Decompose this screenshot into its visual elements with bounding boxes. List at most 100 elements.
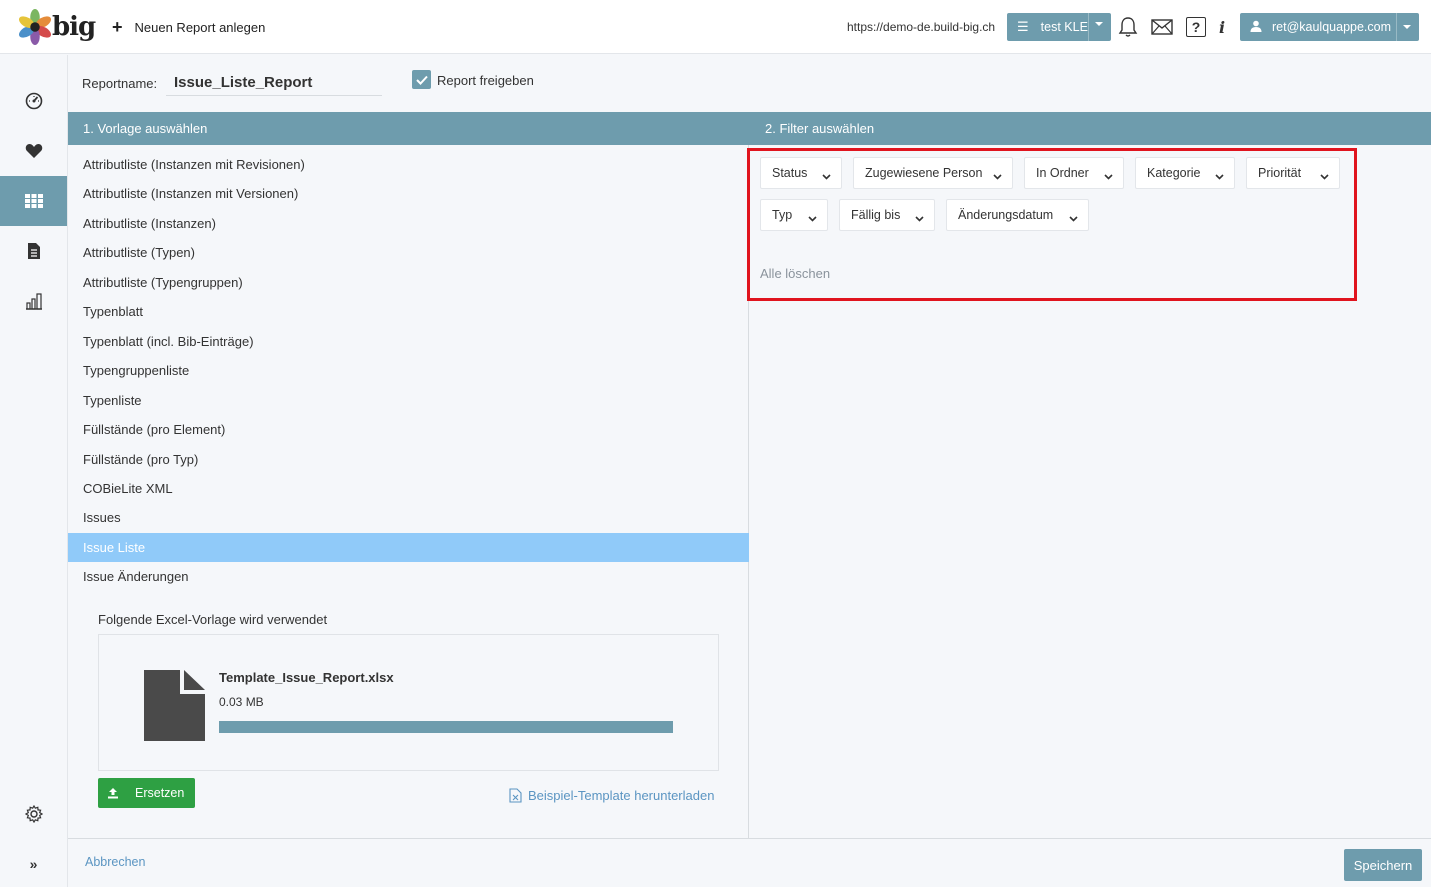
user-menu-button[interactable]: ret@kaulquappe.com [1240,13,1419,41]
chevron-down-icon [822,169,831,183]
upload-icon [107,787,119,799]
sidebar-item-documents[interactable] [0,226,67,276]
template-list-item[interactable]: Typenblatt (incl. Bib-Einträge) [68,327,749,356]
sidebar: » [0,55,68,887]
sidebar-item-settings[interactable] [0,789,67,839]
filter-highlight-box: Status Zugewiesene Person In Ordner Kategor… [747,148,1357,301]
chevron-down-icon [915,211,924,225]
template-list-item[interactable]: COBieLite XML [68,474,749,503]
help-icon: ? [1186,17,1206,37]
filter-dropdown[interactable]: Status [760,157,842,189]
building-chart-icon [25,293,42,310]
flower-logo-icon [18,8,52,46]
new-report-button[interactable]: + Neuen Report anlegen [112,18,265,36]
save-button[interactable]: Speichern [1344,849,1422,881]
filter-dropdown[interactable]: Typ [760,199,828,231]
file-size: 0.03 MB [219,695,264,709]
download-sample-template-link[interactable]: Beispiel-Template herunterladen [509,788,714,803]
report-name-input[interactable] [166,70,382,96]
user-email: ret@kaulquappe.com [1272,20,1392,34]
help-button[interactable]: ? [1184,15,1208,39]
caret-down-icon [1403,25,1411,29]
filter-dropdown-label: In Ordner [1036,166,1089,180]
clear-all-filters-link[interactable]: Alle löschen [760,266,830,281]
excel-template-label: Folgende Excel-Vorlage wird verwendet [98,612,328,627]
logo[interactable]: big [16,8,96,46]
server-url: https://demo-de.build-big.ch [847,20,996,34]
filter-dropdown[interactable]: Zugewiesene Person [853,157,1013,189]
filter-dropdown-label: Änderungsdatum [958,208,1054,222]
sidebar-item-dashboard[interactable] [0,76,67,126]
info-button[interactable]: i [1210,15,1234,39]
filter-dropdown-label: Zugewiesene Person [865,166,983,180]
footer-bar: Abbrechen Speichern [68,838,1431,887]
chevron-down-icon [1104,169,1113,183]
excel-template-box: Template_Issue_Report.xlsx 0.03 MB [98,634,719,771]
logo-text: big [52,12,96,42]
sidebar-item-analytics[interactable] [0,276,67,326]
template-list-item[interactable]: Attributliste (Typen) [68,238,749,267]
template-list-item[interactable]: Attributliste (Instanzen mit Versionen) [68,179,749,208]
filter-dropdown-label: Priorität [1258,166,1302,180]
template-panel: Attributliste (Instanzen mit Revisionen)… [68,145,749,838]
bell-icon [1118,17,1138,37]
template-list-item[interactable]: Typenliste [68,386,749,415]
replace-template-button[interactable]: Ersetzen [98,778,195,808]
download-sample-template-label: Beispiel-Template herunterladen [528,788,715,803]
report-name-row: Reportname: Report freigeben [68,55,1431,112]
gear-icon [24,805,43,823]
template-list-item[interactable]: Füllstände (pro Element) [68,415,749,444]
checkmark-icon [415,75,428,85]
share-report-label: Report freigeben [437,73,534,88]
share-report-checkbox[interactable] [412,70,431,89]
grid-icon [24,194,43,208]
project-label: test KLE [1040,20,1088,34]
file-name: Template_Issue_Report.xlsx [219,670,394,685]
filter-section-header: 2. Filter auswählen [750,112,1431,145]
notifications-button[interactable] [1116,15,1140,39]
filter-dropdown-label: Fällig bis [851,208,901,222]
filter-dropdown-label: Status [772,166,808,180]
chevron-down-icon [808,211,817,225]
top-bar: big + Neuen Report anlegen https://demo-… [0,0,1431,54]
template-list-item[interactable]: Füllstände (pro Typ) [68,445,749,474]
caret-down-icon [1095,22,1103,26]
filter-dropdown[interactable]: In Ordner [1024,157,1124,189]
chevron-down-icon [1215,169,1224,183]
filter-dropdown[interactable]: Fällig bis [839,199,935,231]
template-section-header: 1. Vorlage auswählen [68,112,750,145]
filter-dropdown-label: Kategorie [1147,166,1201,180]
project-selector-divider [1088,13,1089,41]
template-list-item[interactable]: Attributliste (Instanzen mit Revisionen) [68,150,749,179]
envelope-icon [1151,19,1173,35]
filter-dropdown[interactable]: Priorität [1246,157,1340,189]
messages-button[interactable] [1150,15,1174,39]
upload-progress-bar [219,721,673,733]
template-list-item[interactable]: Attributliste (Instanzen) [68,209,749,238]
sidebar-item-favorites[interactable] [0,126,67,176]
sidebar-expand-button[interactable]: » [0,839,67,887]
sidebar-item-reports[interactable] [0,176,67,226]
new-report-label: Neuen Report anlegen [134,19,266,35]
replace-template-label: Ersetzen [135,786,185,800]
upload-progress-fill [219,721,673,733]
user-menu-divider [1396,13,1397,41]
excel-file-icon [509,788,522,803]
filter-dropdown[interactable]: Kategorie [1135,157,1235,189]
dashboard-icon [25,92,42,110]
template-list-item[interactable]: Issue Liste [68,532,749,562]
project-selector-button[interactable]: ☰ test KLE [1007,13,1111,41]
template-list-item[interactable]: Typengruppenliste [68,356,749,385]
chevron-down-icon [993,169,1002,183]
template-list-item[interactable]: Issue Änderungen [68,562,749,591]
user-icon [1250,20,1262,35]
template-list-item[interactable]: Attributliste (Typengruppen) [68,268,749,297]
template-list-item[interactable]: Typenblatt [68,297,749,326]
cancel-link[interactable]: Abbrechen [85,855,145,869]
chevron-down-icon [1320,169,1329,183]
filter-dropdown[interactable]: Änderungsdatum [946,199,1089,231]
template-list-item[interactable]: Issues [68,503,749,532]
help-icon-label: ? [1191,19,1201,35]
document-icon [27,243,40,259]
info-icon: i [1218,17,1226,37]
